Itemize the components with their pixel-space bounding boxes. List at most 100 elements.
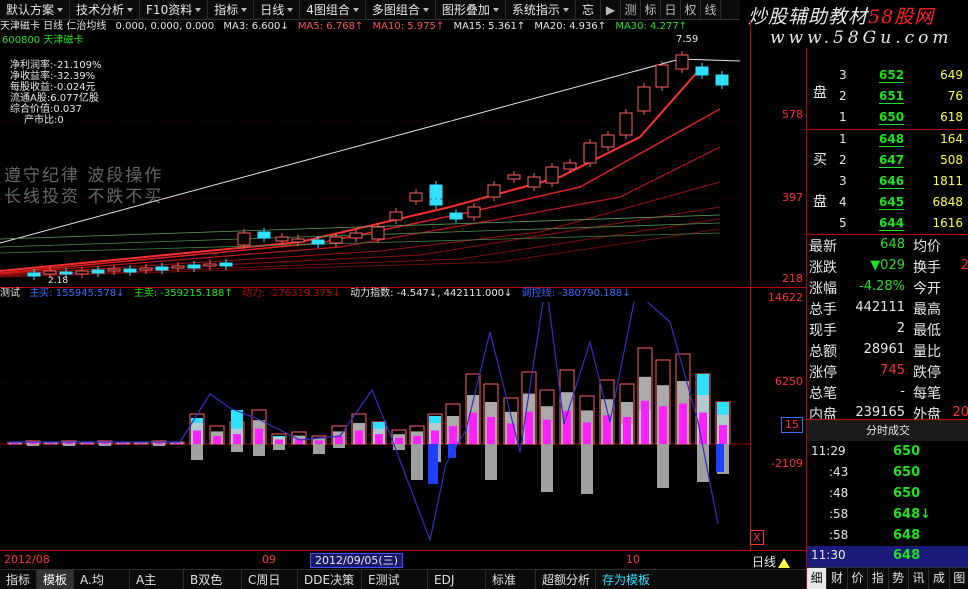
candle[interactable]	[389, 211, 403, 221]
tab-save-template[interactable]: 存为模板	[596, 570, 656, 589]
ptab-finance[interactable]: 财	[827, 568, 848, 589]
power-bar	[101, 442, 109, 444]
candle[interactable]	[655, 64, 669, 88]
toolbar-indicator[interactable]: 指标	[208, 0, 255, 20]
candle[interactable]	[695, 66, 709, 76]
sell-level-1[interactable]: 1 650 618	[807, 108, 968, 129]
candle[interactable]	[601, 134, 615, 148]
candle[interactable]	[429, 184, 443, 206]
candle[interactable]	[155, 266, 169, 271]
candle[interactable]	[507, 174, 521, 180]
period-selector[interactable]: 日线	[752, 553, 791, 570]
candle[interactable]	[59, 271, 73, 275]
candle[interactable]	[329, 236, 343, 244]
candle[interactable]	[203, 263, 217, 267]
sell-level-2[interactable]: 2 651 76	[807, 87, 968, 108]
candle[interactable]	[545, 166, 559, 184]
buy-level-1[interactable]: 1 648 164	[807, 130, 968, 151]
candle[interactable]	[107, 268, 121, 272]
ptab-index[interactable]: 指	[868, 568, 889, 589]
candle[interactable]	[27, 272, 41, 277]
candle[interactable]	[675, 54, 689, 70]
tab-indicator[interactable]: 指标	[0, 569, 38, 589]
buy-level-3[interactable]: 3 646 1811	[807, 172, 968, 193]
candle[interactable]	[311, 239, 325, 245]
candle[interactable]	[563, 162, 577, 170]
toolbar-more[interactable]: 忘	[576, 0, 601, 20]
tick-row: :48 650	[829, 486, 921, 501]
tab-standard[interactable]: 标准	[486, 569, 537, 589]
nav-line[interactable]: 线	[701, 0, 721, 20]
candle[interactable]	[487, 184, 501, 198]
cursor-date: 2012/09/05(三)	[310, 553, 403, 568]
sell-bar	[231, 444, 243, 452]
candle[interactable]	[715, 74, 729, 86]
close-pane-icon[interactable]: X	[750, 530, 764, 545]
volume-indicator-chart[interactable]	[0, 302, 750, 550]
toolbar-multichart[interactable]: 多图组合	[366, 0, 436, 20]
ptab-news[interactable]: 讯	[909, 568, 930, 589]
candle[interactable]	[219, 262, 233, 267]
ptab-detail[interactable]: 细	[807, 568, 828, 589]
toolbar-overlay[interactable]: 图形叠加	[436, 0, 506, 20]
y-label-218: 218	[782, 272, 803, 285]
y-label-15[interactable]: 15	[781, 417, 803, 433]
tab-template[interactable]: 模板	[37, 569, 75, 589]
candle[interactable]	[371, 226, 385, 240]
candle[interactable]	[349, 232, 363, 239]
tab-dde[interactable]: DDE决策	[298, 569, 363, 589]
candle[interactable]	[139, 267, 153, 271]
tab-c-week[interactable]: C周日	[242, 569, 299, 589]
stock-code-label: 600800 天津磁卡	[2, 35, 84, 46]
tab-a-avg[interactable]: A.均	[74, 569, 131, 589]
candle[interactable]	[291, 238, 305, 243]
ptab-deal[interactable]: 成	[929, 568, 950, 589]
nav-right[interactable]: 权	[681, 0, 701, 20]
tick-row-selected[interactable]: 11:30 648	[807, 546, 968, 567]
power-bar	[29, 442, 37, 444]
candle[interactable]	[619, 112, 633, 136]
nav-day[interactable]: 日	[661, 0, 681, 20]
tab-excess[interactable]: 超额分析	[536, 569, 597, 589]
ptab-price[interactable]: 价	[848, 568, 869, 589]
candle[interactable]	[583, 142, 597, 164]
tab-e-test[interactable]: E测试	[362, 569, 429, 589]
candle[interactable]	[257, 231, 271, 239]
candle[interactable]	[275, 236, 289, 242]
candle[interactable]	[123, 268, 137, 273]
candle[interactable]	[91, 269, 105, 274]
toolbar-daily[interactable]: 日线	[254, 0, 301, 20]
toolbar-system[interactable]: 系统指示	[506, 0, 576, 20]
tab-a-main[interactable]: A主	[130, 569, 185, 589]
sell-level-3[interactable]: 3 652 649	[807, 66, 968, 87]
candle[interactable]	[43, 270, 57, 275]
ptab-chart[interactable]: 图	[950, 568, 968, 589]
ind2-main-buy: 主买: 155945.578↓	[29, 288, 125, 299]
candle[interactable]	[637, 86, 651, 112]
nav-mark[interactable]: 标	[641, 0, 661, 20]
candle[interactable]	[187, 264, 201, 269]
tab-edj[interactable]: EDJ	[428, 569, 487, 589]
ptab-trend[interactable]: 势	[889, 568, 909, 589]
candle[interactable]	[237, 232, 251, 246]
y-axis: 578 397 218 14622 6250 15 -2109	[750, 20, 806, 570]
sell-bar	[191, 444, 203, 460]
toolbar-f10[interactable]: F10资料	[140, 0, 209, 20]
slogan-text: 遵守纪律 波段操作 长线投资 不跌不买	[4, 166, 163, 208]
toolbar-4chart[interactable]: 4图组合	[300, 0, 366, 20]
candle[interactable]	[527, 176, 541, 188]
buy-level-2[interactable]: 2 647 508	[807, 151, 968, 172]
candle[interactable]	[171, 265, 185, 269]
nav-test[interactable]: 测	[621, 0, 641, 20]
candle[interactable]	[467, 206, 481, 218]
tick-header[interactable]: 分时成交	[807, 419, 968, 441]
buy-level-4[interactable]: 4 645 6848	[807, 193, 968, 214]
buy-level-5[interactable]: 5 644 1616	[807, 214, 968, 235]
toolbar-tech-analysis[interactable]: 技术分析	[70, 0, 141, 20]
candle[interactable]	[449, 212, 463, 220]
play-icon[interactable]: ▶	[601, 0, 621, 20]
candle[interactable]	[409, 192, 423, 202]
candle[interactable]	[75, 270, 89, 275]
tab-b-dual[interactable]: B双色	[184, 569, 243, 589]
toolbar-scheme[interactable]: 默认方案	[0, 0, 71, 20]
